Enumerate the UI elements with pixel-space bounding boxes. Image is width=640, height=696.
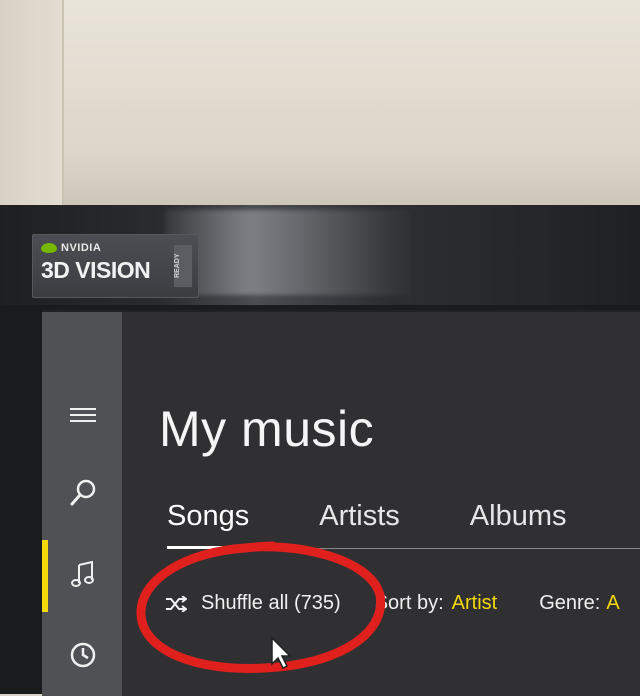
search-icon[interactable] — [68, 478, 98, 508]
tab-bar: Songs Artists Albums — [167, 500, 637, 533]
active-nav-indicator — [42, 540, 48, 612]
wall-edge — [0, 0, 64, 215]
window-reflection — [165, 210, 410, 295]
wall-background — [0, 0, 640, 215]
main-content: My music Songs Artists Albums Shuffle al… — [122, 312, 640, 696]
shuffle-all-label: Shuffle all (735) — [201, 592, 341, 614]
clock-icon[interactable] — [68, 640, 98, 670]
nvidia-3d-vision-sticker: NVIDIA 3D VISION READY — [32, 234, 199, 298]
tab-artists[interactable]: Artists — [319, 500, 400, 533]
toolbar: Shuffle all (735) Sort by: Artist Genre:… — [165, 592, 620, 615]
music-note-icon[interactable] — [68, 560, 98, 590]
sort-label: Sort by: — [374, 592, 444, 614]
sticker-brand: NVIDIA — [61, 242, 102, 254]
page-title: My music — [159, 401, 375, 457]
sidebar — [42, 312, 122, 696]
sticker-tag: READY — [174, 245, 192, 287]
active-tab-underline — [167, 546, 263, 549]
tab-albums[interactable]: Albums — [470, 500, 567, 533]
genre-dropdown[interactable]: A — [606, 592, 619, 615]
nvidia-logo-icon — [41, 243, 57, 253]
shuffle-all-button[interactable]: Shuffle all (735) — [165, 592, 341, 615]
sticker-product: 3D VISION — [41, 257, 151, 283]
sort-dropdown[interactable]: Artist — [452, 592, 498, 615]
genre-label: Genre: — [539, 592, 601, 614]
tab-songs[interactable]: Songs — [167, 500, 249, 533]
hamburger-icon[interactable] — [68, 400, 98, 430]
shuffle-icon — [165, 595, 187, 612]
app-window: My music Songs Artists Albums Shuffle al… — [42, 310, 640, 696]
